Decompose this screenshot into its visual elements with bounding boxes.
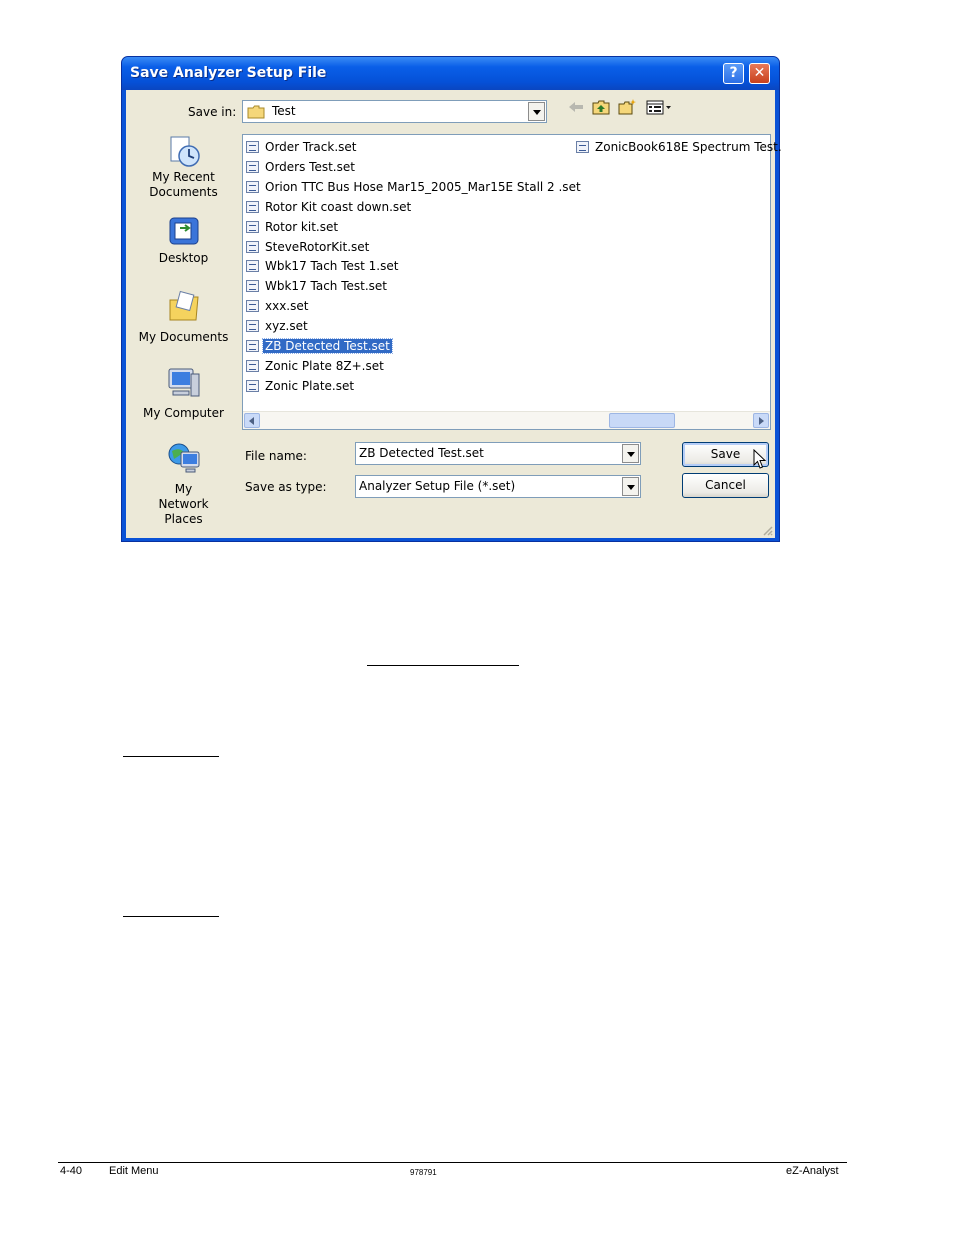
setup-file-icon <box>246 180 259 193</box>
file-name-input[interactable]: ZB Detected Test.set <box>355 442 641 465</box>
back-arrow-icon[interactable] <box>566 98 586 116</box>
mouse-cursor-icon <box>753 449 767 469</box>
resize-grip-icon[interactable] <box>761 524 773 536</box>
place-label: My Network Places <box>158 482 209 526</box>
place-my-recent-documents[interactable]: My Recent Documents <box>130 134 237 200</box>
save-type-dropdown-arrow[interactable] <box>622 477 639 496</box>
setup-file-icon <box>246 141 259 153</box>
save-type-label: Save as type: <box>245 480 327 494</box>
file-name: Rotor Kit coast down.set <box>265 199 412 214</box>
file-name: SteveRotorKit.set <box>265 239 370 254</box>
file-name-dropdown-arrow[interactable] <box>622 444 639 463</box>
file-name: Zonic Plate 8Z+.set <box>265 358 384 373</box>
footer-doc-number: 978791 <box>410 1168 437 1177</box>
underline-rule <box>123 756 219 757</box>
setup-file-icon <box>246 240 259 253</box>
file-name-value: ZB Detected Test.set <box>359 446 484 460</box>
place-my-documents[interactable]: My Documents <box>130 290 237 345</box>
my-documents-icon <box>169 290 199 321</box>
file-name: Wbk17 Tach Test 1.set <box>265 259 399 274</box>
place-label: My Computer <box>143 406 224 420</box>
footer-page-number: 4-40 <box>60 1165 83 1177</box>
up-folder-icon[interactable] <box>591 98 611 116</box>
save-dialog: Save Analyzer Setup File ? ✕ Save in: Te… <box>121 56 782 542</box>
file-name-label: File name: <box>245 449 307 463</box>
setup-file-icon <box>246 359 259 372</box>
file-name: xyz.set <box>265 319 308 334</box>
view-menu-icon[interactable] <box>645 98 673 116</box>
file-name: Orion TTC Bus Hose Mar15_2005_Mar15E Sta… <box>265 179 581 194</box>
file-name: Rotor kit.set <box>265 219 339 234</box>
place-desktop[interactable]: Desktop <box>130 215 237 266</box>
title-bar[interactable]: Save Analyzer Setup File ? ✕ <box>122 57 779 90</box>
file-name: ZonicBook618E Spectrum Test. <box>595 140 782 154</box>
new-folder-icon[interactable] <box>617 98 637 116</box>
save-in-label: Save in: <box>188 105 237 119</box>
setup-file-icon <box>576 141 589 153</box>
save-type-select[interactable]: Analyzer Setup File (*.set) <box>355 475 641 498</box>
setup-file-icon <box>246 379 259 392</box>
my-computer-icon <box>168 368 199 397</box>
recent-documents-icon <box>170 136 200 167</box>
file-name: Wbk17 Tach Test.set <box>265 279 388 294</box>
place-label: My Documents <box>138 330 229 344</box>
setup-file-icon <box>246 320 259 333</box>
horizontal-scrollbar[interactable] <box>243 411 770 429</box>
scroll-left-arrow[interactable] <box>244 413 260 428</box>
footer-divider <box>58 1162 847 1163</box>
underline-rule <box>367 665 519 666</box>
setup-file-icon <box>246 340 259 352</box>
place-my-network-places[interactable]: My Network Places <box>130 442 237 527</box>
help-button[interactable]: ? <box>723 63 744 84</box>
dialog-body: Save in: Test My Recent Documents Deskto… <box>126 90 782 538</box>
cancel-button[interactable]: Cancel <box>682 473 769 498</box>
setup-file-icon <box>246 300 259 313</box>
desktop-icon <box>169 217 198 245</box>
setup-file-icon <box>246 160 259 173</box>
scroll-right-arrow[interactable] <box>753 413 769 428</box>
network-places-icon <box>168 443 199 473</box>
place-label: My Recent Documents <box>149 170 218 199</box>
file-name: xxx.set <box>265 299 309 314</box>
setup-file-icon <box>246 220 259 233</box>
underline-rule <box>123 916 219 917</box>
folder-icon <box>247 105 265 119</box>
place-label: Desktop <box>158 251 209 265</box>
footer-section: Edit Menu <box>109 1165 159 1177</box>
setup-file-icon <box>246 260 259 273</box>
file-name: Zonic Plate.set <box>265 378 355 393</box>
save-in-value: Test <box>272 104 296 118</box>
dialog-title: Save Analyzer Setup File <box>130 65 327 81</box>
file-name: ZB Detected Test.set <box>262 338 393 354</box>
file-name: Order Track.set <box>265 140 357 154</box>
save-in-dropdown-arrow[interactable] <box>528 102 545 121</box>
close-button[interactable]: ✕ <box>749 63 770 84</box>
scroll-thumb[interactable] <box>609 413 675 428</box>
save-type-value: Analyzer Setup File (*.set) <box>359 479 516 493</box>
file-list[interactable]: Order Track.set Orders Test.set Orion TTC … <box>242 134 782 430</box>
setup-file-icon <box>246 200 259 213</box>
place-my-computer[interactable]: My Computer <box>130 366 237 421</box>
save-in-combo[interactable]: Test <box>242 100 547 123</box>
setup-file-icon <box>246 280 259 293</box>
footer-product: eZ-Analyst <box>786 1165 839 1177</box>
file-name: Orders Test.set <box>265 159 355 174</box>
